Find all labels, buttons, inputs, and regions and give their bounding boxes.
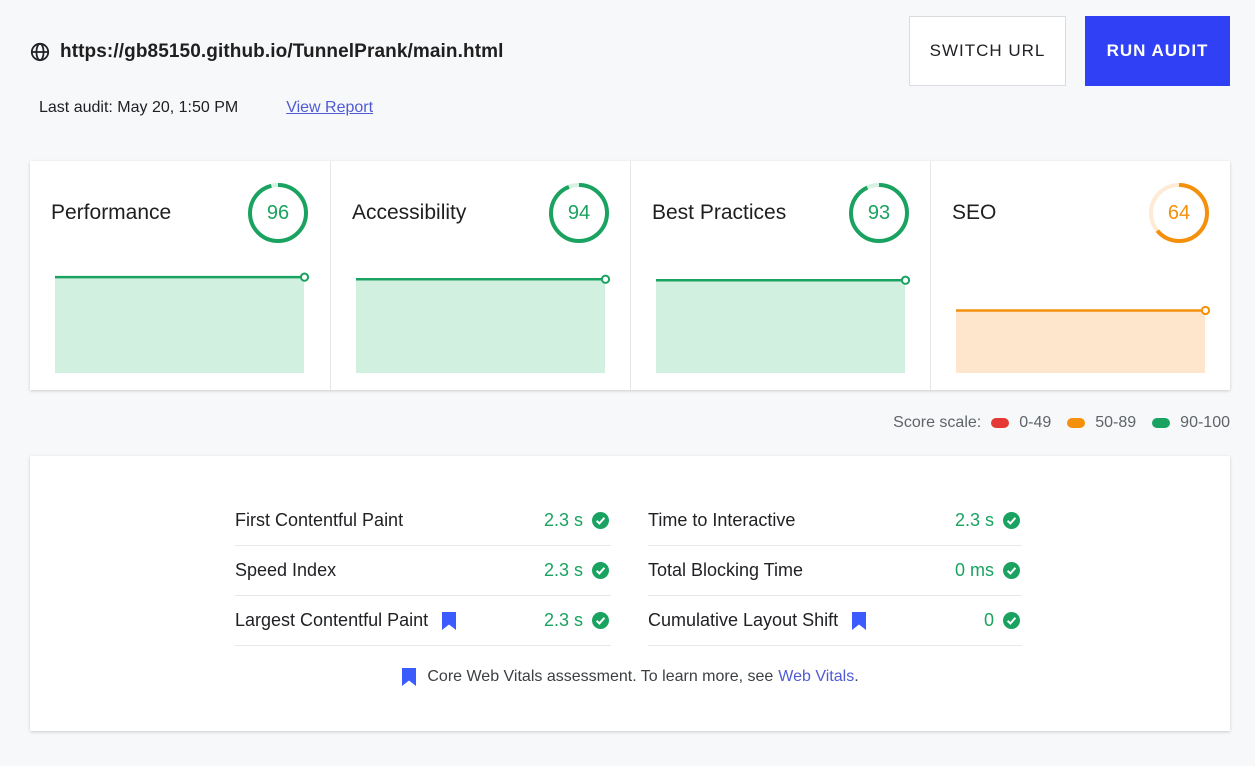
trend-point [600,274,611,284]
check-circle-icon [1003,612,1020,629]
check-circle-icon [1003,512,1020,529]
metric-name: Time to Interactive [648,510,796,530]
url-bar: https://gb85150.github.io/TunnelPrank/ma… [30,38,504,66]
score-gauge: 94 [548,182,610,244]
globe-icon [30,42,50,62]
trend-point [299,272,310,282]
average-dot-icon [1067,418,1086,428]
trend-area [55,277,304,373]
view-report-link[interactable]: View Report [286,99,373,117]
metrics-panel: First Contentful Paint 2.3 s Speed Index… [30,456,1230,731]
trend-point [900,275,911,285]
pass-dot-icon [1152,418,1171,428]
metric-name: Largest Contentful Paint [235,610,429,630]
trend-point [1200,305,1211,316]
check-circle-icon [592,512,609,529]
audit-meta: Last audit: May 20, 1:50 PM View Report [39,99,373,117]
bookmark-icon [441,611,457,631]
metrics-column-right: Time to Interactive 2.3 s Total Blocking… [648,496,1022,646]
web-vitals-link[interactable]: Web Vitals [778,668,854,686]
metric-value: 2.3 s [954,510,994,530]
metric-name: Speed Index [235,560,337,580]
score-card-performance[interactable]: Performance 96 [30,161,330,390]
scale-range-average: 50-89 [1095,414,1137,431]
score-gauge: 93 [848,182,910,244]
score-value: 64 [1167,202,1191,224]
core-web-vitals-note: Core Web Vitals assessment. To learn mor… [30,667,1230,687]
score-trend-chart [656,275,911,373]
score-trend-chart [356,274,611,373]
trend-area [956,310,1205,373]
metric-row-tbt: Total Blocking Time 0 ms [648,546,1022,596]
metrics-column-left: First Contentful Paint 2.3 s Speed Index… [235,496,611,646]
score-title: SEO [952,201,997,224]
check-circle-icon [1003,562,1020,579]
metric-name: Cumulative Layout Shift [648,610,839,630]
score-gauge: 96 [247,182,309,244]
last-audit-text: Last audit: May 20, 1:50 PM [39,99,239,116]
score-title: Performance [51,201,172,224]
check-circle-icon [592,612,609,629]
scale-range-fail: 0-49 [1019,414,1052,431]
metric-value: 2.3 s [543,610,583,630]
metric-row-fcp: First Contentful Paint 2.3 s [235,496,611,546]
metric-value: 2.3 s [543,510,583,530]
score-value: 94 [567,202,591,224]
scale-range-pass: 90-100 [1180,414,1230,431]
score-cards: Performance 96 Accessibility 94 Best Pra… [30,161,1230,390]
footer-end: . [854,668,859,685]
bookmark-icon [851,611,867,631]
audited-url: https://gb85150.github.io/TunnelPrank/ma… [60,41,504,62]
score-card-accessibility[interactable]: Accessibility 94 [330,161,630,390]
metric-value: 0 ms [954,560,994,580]
metric-value: 0 [983,610,994,630]
score-value: 93 [867,202,891,224]
fail-dot-icon [991,418,1010,428]
score-card-seo[interactable]: SEO 64 [930,161,1230,390]
score-gauge: 64 [1148,182,1210,244]
metric-value: 2.3 s [543,560,583,580]
score-trend-chart [956,305,1211,373]
score-scale-legend: Score scale: 0-49 50-89 90-100 [893,414,1230,432]
trend-area [656,280,905,373]
check-circle-icon [592,562,609,579]
switch-url-button[interactable]: SWITCH URL [909,16,1066,86]
trend-area [356,279,605,373]
metric-name: First Contentful Paint [235,510,404,530]
score-title: Best Practices [652,201,787,224]
bookmark-icon [401,667,417,687]
metric-row-lcp: Largest Contentful Paint 2.3 s [235,596,611,646]
metric-row-speed-index: Speed Index 2.3 s [235,546,611,596]
score-title: Accessibility [352,201,467,224]
metric-row-tti: Time to Interactive 2.3 s [648,496,1022,546]
metric-name: Total Blocking Time [648,560,804,580]
score-value: 96 [266,202,290,224]
score-card-best-practices[interactable]: Best Practices 93 [630,161,930,390]
metric-row-cls: Cumulative Layout Shift 0 [648,596,1022,646]
score-scale-label: Score scale: [893,414,982,431]
score-trend-chart [55,272,310,373]
run-audit-button[interactable]: RUN AUDIT [1085,16,1230,86]
footer-text: Core Web Vitals assessment. To learn mor… [427,668,774,685]
